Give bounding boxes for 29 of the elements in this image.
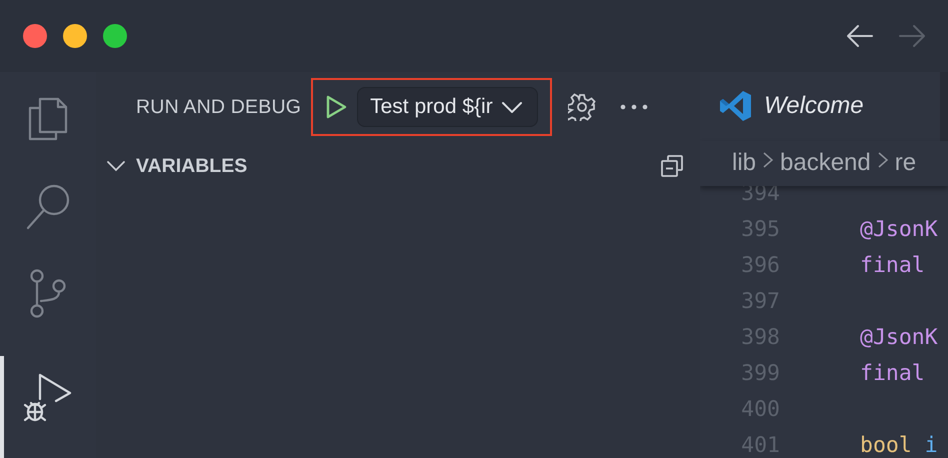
code-token: @JsonK xyxy=(860,217,938,242)
minimize-window-button[interactable] xyxy=(63,24,87,48)
panel-title: RUN AND DEBUG xyxy=(136,96,302,118)
code-token: i xyxy=(924,433,938,458)
more-icon[interactable] xyxy=(620,104,648,110)
back-arrow-icon[interactable] xyxy=(846,23,874,49)
editor-logo-icon xyxy=(720,90,752,122)
chevron-right-icon xyxy=(762,150,774,170)
maximize-window-button[interactable] xyxy=(103,24,127,48)
breadcrumb[interactable]: backend xyxy=(780,149,871,178)
configuration-dropdown[interactable]: Test prod ${ir xyxy=(357,87,538,127)
collapse-all-icon[interactable] xyxy=(660,154,684,178)
breadcrumb[interactable]: lib xyxy=(732,149,756,178)
run-debug-icon[interactable] xyxy=(23,372,73,424)
breadcrumb[interactable]: re xyxy=(894,149,916,178)
play-icon[interactable] xyxy=(325,95,348,119)
editor-tab[interactable]: Welcome xyxy=(700,72,940,141)
code-token: final xyxy=(860,253,925,278)
close-window-button[interactable] xyxy=(23,24,47,48)
code-token: final xyxy=(860,361,925,386)
search-icon[interactable] xyxy=(25,182,71,230)
branch-icon[interactable] xyxy=(28,269,68,319)
code-token: bool xyxy=(860,433,912,458)
settings-icon[interactable] xyxy=(568,93,596,121)
chevron-right-icon xyxy=(876,150,889,170)
files-icon[interactable] xyxy=(26,96,70,142)
code-token: @JsonK xyxy=(860,325,938,350)
chevron-down-icon xyxy=(500,101,523,113)
section-title[interactable]: VARIABLES xyxy=(136,154,660,178)
